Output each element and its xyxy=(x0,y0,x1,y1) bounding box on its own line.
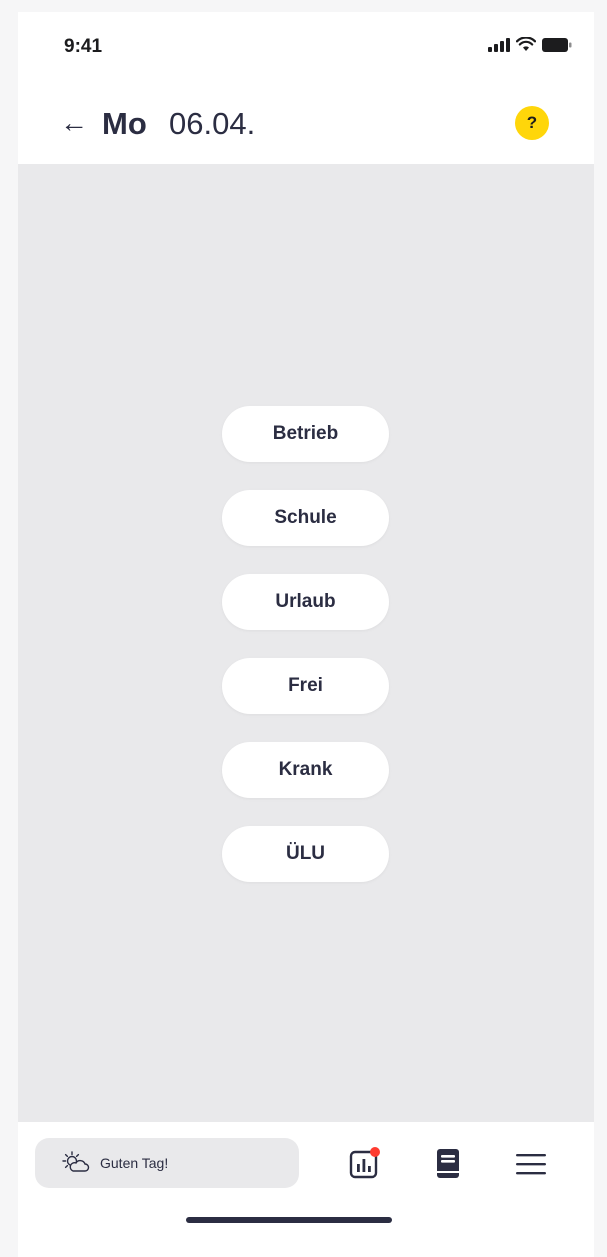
menu-icon[interactable] xyxy=(513,1146,549,1182)
option-urlaub-button[interactable]: Urlaub xyxy=(222,574,389,630)
home-indicator xyxy=(186,1217,392,1223)
greeting-pill[interactable]: Guten Tag! xyxy=(35,1138,299,1188)
main-area: Betrieb Schule Urlaub Frei Krank ÜLU xyxy=(18,164,594,1122)
signal-icon xyxy=(488,37,510,52)
day-type-options: Betrieb Schule Urlaub Frei Krank ÜLU xyxy=(222,406,389,882)
bottom-bar: Guten Tag! xyxy=(18,1122,594,1257)
help-button[interactable]: ? xyxy=(515,106,549,140)
weather-icon xyxy=(62,1151,90,1175)
status-bar: 9:41 xyxy=(18,12,594,82)
status-time: 9:41 xyxy=(64,36,103,57)
option-krank-button[interactable]: Krank xyxy=(222,742,389,798)
book-icon[interactable] xyxy=(430,1146,466,1182)
date-label: 06.04. xyxy=(169,106,256,141)
option-betrieb-button[interactable]: Betrieb xyxy=(222,406,389,462)
option-schule-button[interactable]: Schule xyxy=(222,490,389,546)
phone-screen: 9:41 ← Mo 06.04. ? Betrieb Schule Urlaub… xyxy=(18,12,594,1257)
stats-icon[interactable] xyxy=(346,1146,382,1182)
battery-icon xyxy=(542,37,572,52)
header: ← Mo 06.04. ? xyxy=(18,82,594,164)
back-button[interactable]: ← xyxy=(60,108,88,138)
option-frei-button[interactable]: Frei xyxy=(222,658,389,714)
option-ulu-button[interactable]: ÜLU xyxy=(222,826,389,882)
notification-dot xyxy=(370,1147,380,1157)
status-icons xyxy=(488,37,572,52)
greeting-text: Guten Tag! xyxy=(100,1155,169,1171)
day-label: Mo xyxy=(102,106,147,141)
wifi-icon xyxy=(516,37,536,51)
